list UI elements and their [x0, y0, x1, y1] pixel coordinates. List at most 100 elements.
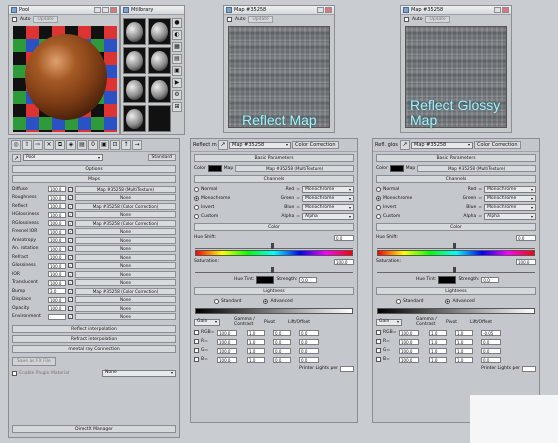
saturation-slider[interactable] [377, 267, 535, 273]
channel-source-dropdown[interactable]: Monochrome [484, 195, 536, 202]
channels-rollout[interactable]: Channels [194, 175, 354, 183]
map-slot-button[interactable]: None [75, 279, 176, 287]
minimize-button[interactable] [317, 7, 324, 13]
map-amount-field[interactable]: 100.0 [48, 211, 66, 218]
pivot-field[interactable]: 0.0 [273, 338, 291, 345]
gain-field[interactable]: 100.0 [217, 338, 237, 345]
save-fx-file-button[interactable]: Save as FX File [12, 356, 56, 366]
strength-field[interactable]: 0.0 [299, 276, 318, 283]
hue-tint-swatch[interactable] [438, 275, 457, 284]
hue-tint-swatch[interactable] [256, 275, 275, 284]
material-slot-2[interactable] [148, 18, 171, 45]
printer-lights-field[interactable] [340, 365, 354, 372]
map-enable-checkbox[interactable] [68, 288, 73, 294]
lift-field[interactable]: 0.0 [481, 338, 501, 345]
material-name-dropdown[interactable]: Pool [23, 154, 103, 161]
material-slot-1[interactable] [123, 18, 146, 45]
plugin-material-dropdown[interactable]: None [102, 369, 176, 377]
channel-source-dropdown[interactable]: Monochrome [484, 204, 536, 211]
slider-knob[interactable] [270, 243, 274, 249]
put-to-scene-icon[interactable]: ⇧ [22, 140, 32, 150]
channels-rollout[interactable]: Channels [376, 175, 536, 183]
map-enable-checkbox[interactable] [68, 305, 73, 311]
gamma-field[interactable]: 1.0 [429, 347, 447, 354]
cc-type-button[interactable]: Color Correction [474, 141, 521, 149]
sample-type-icon[interactable]: ● [172, 18, 182, 28]
gamma-field[interactable]: 1.0 [247, 347, 265, 354]
lightness-mode-dropdown[interactable]: Gain [194, 318, 220, 326]
map-amount-field[interactable]: 100.0 [48, 271, 66, 278]
gain-field[interactable]: 100.0 [217, 347, 237, 354]
channel-enable-checkbox[interactable] [194, 339, 199, 344]
refract-interpolation-rollout[interactable]: Refract interpolation [12, 335, 176, 343]
maximize-button[interactable] [102, 7, 109, 13]
material-slot-3[interactable] [123, 47, 146, 74]
map-enable-checkbox[interactable] [68, 297, 73, 303]
map-enable-checkbox[interactable] [68, 195, 73, 201]
standard-radio[interactable] [396, 299, 401, 304]
channel-mode-radio[interactable] [194, 187, 199, 192]
channel-mode-radio[interactable] [376, 205, 381, 210]
map-enable-checkbox[interactable] [68, 263, 73, 269]
pivot-field[interactable]: 0.0 [273, 356, 291, 363]
background-icon[interactable]: ▦ [172, 42, 182, 52]
map-slot-button[interactable]: None [75, 304, 176, 312]
options-icon[interactable]: ⚙ [172, 90, 182, 100]
material-slot-4[interactable] [148, 47, 171, 74]
map-amount-field[interactable]: 100.0 [48, 194, 66, 201]
map-slot-button[interactable]: None [75, 228, 176, 236]
channel-mode-radio[interactable] [194, 205, 199, 210]
material-slot-7[interactable] [123, 105, 146, 132]
auto-checkbox[interactable] [404, 16, 409, 22]
map-window-1-titlebar[interactable]: Map #35258 [224, 6, 334, 15]
go-to-parent-icon[interactable]: ↑ [121, 140, 131, 150]
pivot-field[interactable]: 1.0 [455, 356, 473, 363]
copy-material-icon[interactable]: ⧉ [55, 140, 65, 150]
gain-field[interactable]: 100.0 [399, 356, 419, 363]
channel-mode-radio[interactable] [376, 196, 381, 201]
map-slot-button[interactable]: Map #35258 (Color Correction) [75, 287, 176, 295]
map-enable-checkbox[interactable] [68, 314, 73, 320]
make-preview-icon[interactable]: ▶ [172, 78, 182, 88]
color-rollout[interactable]: Color [376, 223, 536, 231]
channel-source-dropdown[interactable]: Monochrome [302, 204, 354, 211]
map-slot-button[interactable]: None [75, 194, 176, 202]
color-rollout[interactable]: Color [194, 223, 354, 231]
auto-checkbox[interactable] [12, 16, 17, 22]
map-slot-button[interactable]: None [75, 262, 176, 270]
reset-icon[interactable]: ✕ [44, 140, 54, 150]
channel-source-dropdown[interactable]: Monochrome [484, 186, 536, 193]
material-slot-5[interactable] [123, 76, 146, 103]
slider-knob[interactable] [452, 243, 456, 249]
put-to-library-icon[interactable]: ▤ [77, 140, 87, 150]
map-enable-checkbox[interactable] [68, 229, 73, 235]
strength-field[interactable]: 0.0 [481, 276, 500, 283]
channel-source-dropdown[interactable]: Monochrome [302, 186, 354, 193]
cc-source-map-button[interactable]: Map #35258 (MultiTexture) [235, 165, 354, 172]
hue-shift-slider[interactable] [195, 243, 353, 249]
map-enable-checkbox[interactable] [68, 186, 73, 192]
auto-checkbox[interactable] [227, 16, 232, 22]
lift-field[interactable]: 0.0 [481, 356, 501, 363]
advanced-radio[interactable] [263, 299, 269, 304]
maps-rollout[interactable]: Maps [12, 175, 176, 183]
gain-field[interactable]: 100.0 [399, 338, 419, 345]
channel-enable-checkbox[interactable] [376, 330, 381, 335]
gain-field[interactable]: 100.0 [217, 329, 237, 336]
material-preview-titlebar[interactable]: Pool [9, 6, 119, 15]
minimize-button[interactable] [94, 7, 101, 13]
map-slot-button[interactable]: None [75, 236, 176, 244]
lift-field[interactable]: 0.0 [481, 347, 501, 354]
map-enable-checkbox[interactable] [68, 246, 73, 252]
gain-field[interactable]: 100.0 [399, 347, 419, 354]
go-forward-icon[interactable]: → [132, 140, 142, 150]
channel-source-dropdown[interactable]: Alpha [302, 213, 354, 220]
map-enable-checkbox[interactable] [68, 212, 73, 218]
lift-field[interactable]: 0.0 [299, 347, 319, 354]
pick-map-icon[interactable]: ↗ [400, 140, 410, 150]
lift-field[interactable]: -0.05 [481, 329, 501, 336]
assign-to-selection-icon[interactable]: ⇨ [33, 140, 43, 150]
gamma-field[interactable]: 1.0 [247, 329, 265, 336]
map-enable-checkbox[interactable] [68, 203, 73, 209]
saturation-slider[interactable] [195, 267, 353, 273]
